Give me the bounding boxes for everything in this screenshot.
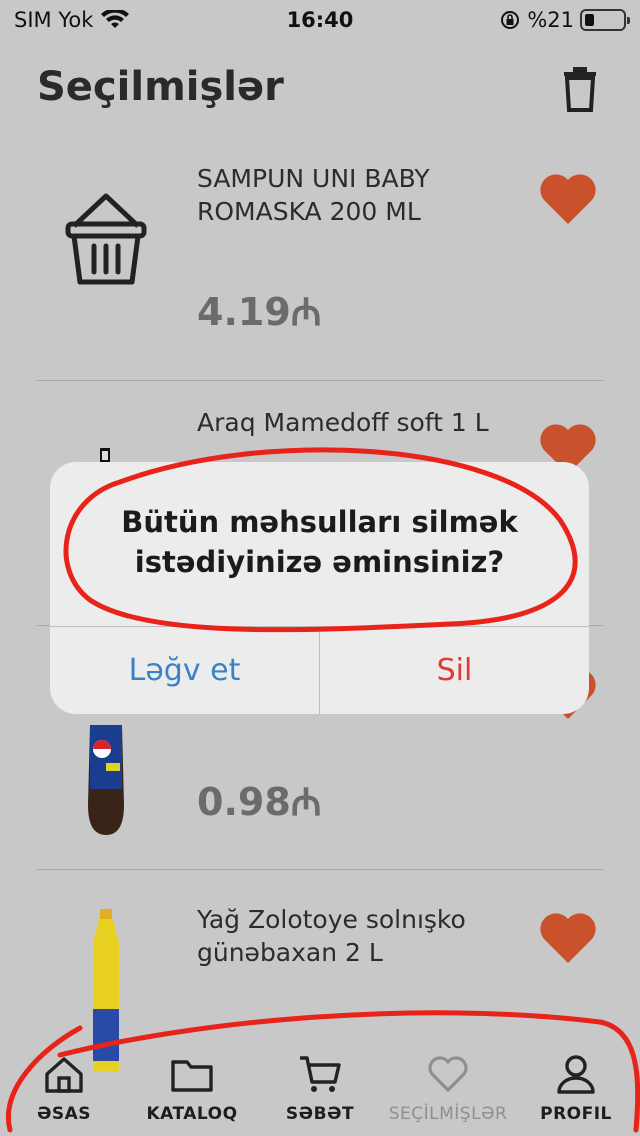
tab-home[interactable]: ƏSAS [0, 1054, 128, 1134]
basket-icon [65, 193, 147, 285]
cancel-button[interactable]: Ləğv et [50, 627, 320, 714]
heart-icon [428, 1056, 468, 1092]
tab-favorites[interactable]: SEÇİLMİŞLƏR [384, 1054, 512, 1134]
rotation-lock-icon [501, 11, 520, 29]
product-image [50, 150, 162, 330]
divider [37, 869, 603, 870]
favorite-toggle[interactable] [538, 172, 598, 226]
heart-icon [540, 913, 596, 963]
trash-icon [564, 67, 596, 112]
product-name: Araq Mamedoff soft 1 L [197, 408, 489, 437]
status-bar: SIM Yok 16:40 %21 [0, 0, 640, 40]
page-title: Seçilmişlər [37, 64, 284, 110]
delete-button[interactable]: Sil [320, 627, 589, 714]
favorite-toggle[interactable] [538, 911, 598, 965]
tab-profile[interactable]: PROFIL [512, 1054, 640, 1134]
status-right: %21 [499, 8, 630, 32]
folder-icon [171, 1060, 213, 1092]
heart-icon [540, 174, 596, 224]
dialog-message: Bütün məhsulları silmək istədiyinizə əmi… [121, 505, 518, 579]
tab-catalog[interactable]: KATALOQ [128, 1054, 256, 1134]
battery-icon [580, 9, 630, 31]
tab-label: SEÇİLMİŞLƏR [388, 1104, 508, 1124]
bottom-tab-bar: ƏSAS KATALOQ SƏBƏT SEÇİLMİŞLƏR PROFIL [0, 1040, 640, 1136]
tab-label: SƏBƏT [285, 1104, 355, 1124]
divider [37, 380, 603, 381]
tab-label: ƏSAS [36, 1104, 92, 1124]
product-price: 0.98₼ [197, 780, 322, 824]
product-name: Yağ Zolotoye solnışko günəbaxan 2 L [197, 905, 466, 967]
confirm-dialog: Bütün məhsulları silmək istədiyinizə əmi… [50, 462, 589, 714]
dialog-actions: Ləğv et Sil [50, 626, 589, 714]
cart-icon [300, 1056, 341, 1092]
tab-label: PROFIL [540, 1104, 612, 1124]
home-icon [45, 1057, 83, 1093]
product-item[interactable]: SAMPUN UNI BABY ROMASKA 200 ML 4.19₼ [0, 130, 640, 376]
product-price: 4.19₼ [197, 290, 322, 334]
product-name: SAMPUN UNI BABY ROMASKA 200 ML [197, 164, 430, 226]
tab-cart[interactable]: SƏBƏT [256, 1054, 384, 1134]
clear-all-button[interactable] [558, 66, 602, 112]
user-icon [557, 1055, 595, 1094]
battery-percent: %21 [527, 8, 574, 32]
tab-label: KATALOQ [146, 1104, 238, 1124]
